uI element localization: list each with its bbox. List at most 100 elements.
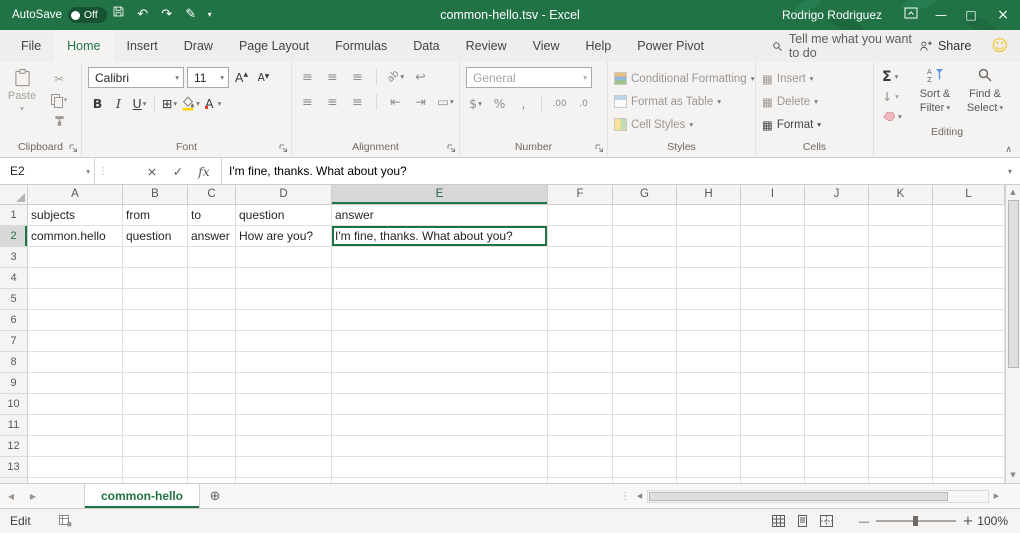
- cell-B11[interactable]: [123, 415, 188, 436]
- cell-L13[interactable]: [933, 457, 1005, 478]
- cell-J9[interactable]: [805, 373, 869, 394]
- scroll-right-button[interactable]: ▶: [989, 492, 1004, 500]
- grow-font-button[interactable]: A▲: [232, 68, 251, 87]
- cell-J7[interactable]: [805, 331, 869, 352]
- copy-button[interactable]: ▾: [46, 91, 72, 108]
- cell-K1[interactable]: [869, 205, 933, 226]
- cell-G7[interactable]: [613, 331, 677, 352]
- cell-I2[interactable]: [741, 226, 805, 247]
- cell-J4[interactable]: [805, 268, 869, 289]
- cell-K6[interactable]: [869, 310, 933, 331]
- cell-A5[interactable]: [28, 289, 123, 310]
- cell-B1[interactable]: from: [123, 205, 188, 226]
- cell-A12[interactable]: [28, 436, 123, 457]
- align-bottom-button[interactable]: ≡: [348, 67, 367, 86]
- cell-E12[interactable]: [332, 436, 548, 457]
- clear-button[interactable]: ▾: [882, 108, 908, 125]
- cancel-button[interactable]: ×: [139, 164, 165, 179]
- format-painter-button[interactable]: [46, 112, 72, 129]
- tab-home[interactable]: Home: [54, 30, 113, 62]
- fill-color-button[interactable]: ▾: [181, 94, 200, 113]
- cell-C13[interactable]: [188, 457, 236, 478]
- row-header-10[interactable]: 10: [0, 394, 28, 415]
- alignment-dialog-launcher[interactable]: [447, 144, 456, 153]
- cell-I7[interactable]: [741, 331, 805, 352]
- align-left-button[interactable]: ≡: [298, 92, 317, 111]
- column-header-I[interactable]: I: [741, 185, 805, 205]
- cell-B3[interactable]: [123, 247, 188, 268]
- underline-button[interactable]: U▾: [130, 94, 149, 113]
- minimize-button[interactable]: —: [926, 0, 956, 30]
- cell-F6[interactable]: [548, 310, 613, 331]
- italic-button[interactable]: I: [109, 94, 128, 113]
- cell-D6[interactable]: [236, 310, 332, 331]
- cell-L8[interactable]: [933, 352, 1005, 373]
- increase-indent-button[interactable]: ⇥: [411, 92, 430, 111]
- cell-A3[interactable]: [28, 247, 123, 268]
- share-button[interactable]: Share: [919, 39, 971, 53]
- cell-C10[interactable]: [188, 394, 236, 415]
- horizontal-scrollbar-thumb[interactable]: [649, 492, 948, 501]
- cell-G6[interactable]: [613, 310, 677, 331]
- align-middle-button[interactable]: ≡: [323, 67, 342, 86]
- row-header-7[interactable]: 7: [0, 331, 28, 352]
- number-format-select[interactable]: General▾: [466, 67, 592, 88]
- pen-input-button[interactable]: ✎: [179, 0, 203, 30]
- cell-E1[interactable]: answer: [332, 205, 548, 226]
- cell-D9[interactable]: [236, 373, 332, 394]
- cell-C6[interactable]: [188, 310, 236, 331]
- collapse-ribbon-button[interactable]: ∧: [1005, 145, 1012, 155]
- cell-E5[interactable]: [332, 289, 548, 310]
- page-break-view-button[interactable]: [814, 515, 838, 527]
- cell-C12[interactable]: [188, 436, 236, 457]
- row-header-3[interactable]: 3: [0, 247, 28, 268]
- cell-G4[interactable]: [613, 268, 677, 289]
- tab-page-layout[interactable]: Page Layout: [226, 30, 322, 62]
- maximize-button[interactable]: □: [956, 0, 986, 30]
- row-header-5[interactable]: 5: [0, 289, 28, 310]
- zoom-slider[interactable]: [876, 520, 956, 522]
- cut-button[interactable]: ✂: [46, 70, 72, 87]
- cell-F3[interactable]: [548, 247, 613, 268]
- cell-K5[interactable]: [869, 289, 933, 310]
- align-right-button[interactable]: ≡: [348, 92, 367, 111]
- customize-qat-button[interactable]: ▾: [203, 0, 217, 30]
- cell-H6[interactable]: [677, 310, 741, 331]
- cell-J3[interactable]: [805, 247, 869, 268]
- autosum-button[interactable]: Σ▾: [882, 68, 908, 85]
- cell-B5[interactable]: [123, 289, 188, 310]
- cell-D13[interactable]: [236, 457, 332, 478]
- cell-A4[interactable]: [28, 268, 123, 289]
- format-as-table-button[interactable]: Format as Table▾: [608, 90, 755, 113]
- cell-I11[interactable]: [741, 415, 805, 436]
- row-header-13[interactable]: 13: [0, 457, 28, 478]
- cell-D4[interactable]: [236, 268, 332, 289]
- cell-H2[interactable]: [677, 226, 741, 247]
- cell-G8[interactable]: [613, 352, 677, 373]
- cell-A1[interactable]: subjects: [28, 205, 123, 226]
- vertical-scrollbar-thumb[interactable]: [1008, 200, 1019, 368]
- cell-L2[interactable]: [933, 226, 1005, 247]
- page-layout-view-button[interactable]: [790, 515, 814, 527]
- cell-G3[interactable]: [613, 247, 677, 268]
- cell-F8[interactable]: [548, 352, 613, 373]
- cell-A2[interactable]: common.hello: [28, 226, 123, 247]
- cell-K2[interactable]: [869, 226, 933, 247]
- scrollbar-splitter-handle[interactable]: ⋮: [618, 484, 632, 508]
- cell-F7[interactable]: [548, 331, 613, 352]
- cell-B12[interactable]: [123, 436, 188, 457]
- cell-D2[interactable]: How are you?: [236, 226, 332, 247]
- cell-A6[interactable]: [28, 310, 123, 331]
- cell-A9[interactable]: [28, 373, 123, 394]
- cell-B4[interactable]: [123, 268, 188, 289]
- cell-F13[interactable]: [548, 457, 613, 478]
- cell-I4[interactable]: [741, 268, 805, 289]
- cell-B9[interactable]: [123, 373, 188, 394]
- cell-I10[interactable]: [741, 394, 805, 415]
- column-header-L[interactable]: L: [933, 185, 1005, 205]
- cell-H7[interactable]: [677, 331, 741, 352]
- shrink-font-button[interactable]: A▼: [254, 68, 273, 87]
- cell-E11[interactable]: [332, 415, 548, 436]
- cell-D5[interactable]: [236, 289, 332, 310]
- cell-H11[interactable]: [677, 415, 741, 436]
